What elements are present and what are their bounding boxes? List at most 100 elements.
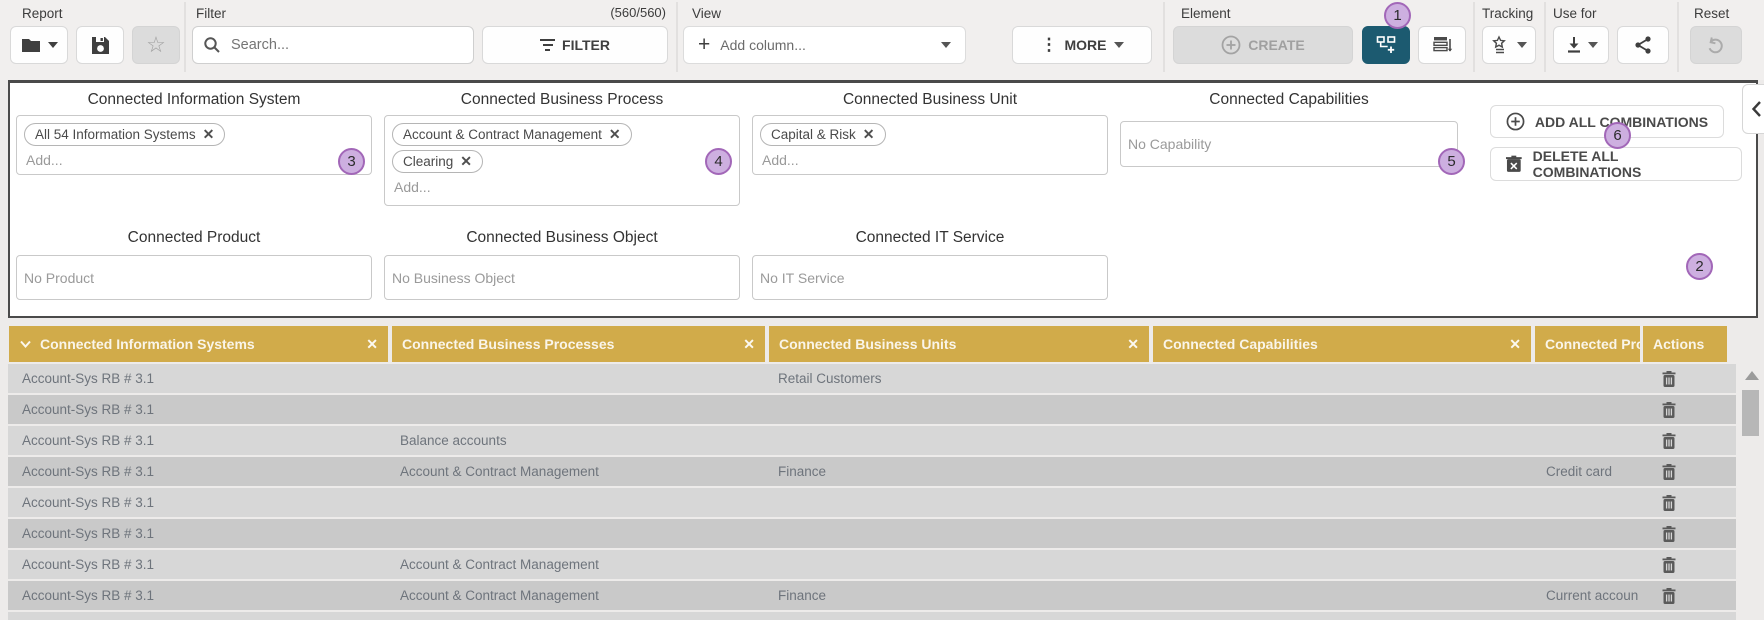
- trash-icon[interactable]: [1661, 556, 1677, 574]
- close-icon[interactable]: ✕: [735, 336, 755, 353]
- cell-actions: [1643, 550, 1735, 579]
- more-button[interactable]: ⋮ MORE: [1012, 26, 1152, 64]
- cell-actions: [1643, 395, 1735, 424]
- cell-product: [1535, 519, 1638, 548]
- save-report-button[interactable]: [76, 26, 124, 64]
- chip-label: Capital & Risk: [771, 127, 856, 142]
- scrollbar-thumb[interactable]: [1742, 390, 1759, 436]
- download-icon: [1565, 35, 1583, 55]
- create-button-label: CREATE: [1248, 37, 1305, 53]
- close-icon[interactable]: ✕: [1119, 336, 1139, 353]
- business-unit-filter-box[interactable]: Capital & Risk ✕ Add...: [752, 115, 1108, 175]
- plus-icon: +: [698, 33, 710, 57]
- column-header-label: Connected Products: [1545, 336, 1640, 352]
- trash-icon[interactable]: [1661, 463, 1677, 481]
- circle-plus-icon: [1506, 112, 1525, 131]
- cell-actions: [1643, 519, 1735, 548]
- cell-business-process: Account & Contract Management: [392, 550, 765, 579]
- scrollbar-up-arrow[interactable]: [1745, 371, 1759, 380]
- reset-button[interactable]: [1690, 26, 1742, 64]
- cell-business-unit: [769, 395, 1149, 424]
- product-filter-box[interactable]: No Product: [16, 255, 372, 300]
- table-row: Account-Sys RB # 3.1 Account & Contract …: [8, 581, 1736, 610]
- filter-chip: All 54 Information Systems ✕: [24, 123, 225, 146]
- cell-business-unit: [769, 519, 1149, 548]
- favorite-report-button[interactable]: ☆: [132, 26, 180, 64]
- open-report-button[interactable]: [10, 26, 68, 64]
- cell-product: [1535, 426, 1638, 455]
- create-button[interactable]: CREATE: [1173, 26, 1353, 64]
- search-input[interactable]: [229, 36, 463, 54]
- trash-icon[interactable]: [1661, 587, 1677, 605]
- close-icon[interactable]: ✕: [863, 126, 875, 143]
- column-header-capabilities[interactable]: Connected Capabilities ✕: [1153, 326, 1531, 362]
- cell-capability: [1153, 457, 1531, 486]
- column-header-label: Connected Business Units: [779, 336, 956, 352]
- information-system-filter-box[interactable]: All 54 Information Systems ✕ Add...: [16, 115, 372, 175]
- search-box[interactable]: [192, 26, 474, 64]
- close-icon[interactable]: ✕: [609, 126, 621, 143]
- filter-button-label: FILTER: [562, 37, 610, 53]
- collapse-panel-button[interactable]: [1742, 84, 1764, 134]
- add-column-dropdown[interactable]: + Add column...: [683, 26, 966, 64]
- cell-information-system: Account-Sys RB # 3.1: [10, 550, 388, 579]
- annotation-badge-6: 6: [1604, 122, 1631, 149]
- add-value-input[interactable]: Add...: [760, 148, 1100, 168]
- trash-icon[interactable]: [1661, 401, 1677, 419]
- filter-title-capabilities: Connected Capabilities: [1120, 91, 1458, 111]
- filter-title-product: Connected Product: [16, 229, 372, 249]
- tracking-section-label: Tracking: [1482, 6, 1533, 21]
- cell-capability: [1153, 519, 1531, 548]
- cell-capability: [1153, 550, 1531, 579]
- column-header-business-units[interactable]: Connected Business Units ✕: [769, 326, 1149, 362]
- close-icon[interactable]: ✕: [1501, 336, 1521, 353]
- add-value-input[interactable]: Add...: [392, 175, 732, 195]
- filter-button[interactable]: FILTER: [482, 26, 668, 64]
- cell-actions: [1643, 457, 1735, 486]
- add-value-input[interactable]: Add...: [24, 148, 364, 168]
- trash-icon[interactable]: [1661, 432, 1677, 450]
- capabilities-filter-box[interactable]: No Capability: [1120, 121, 1458, 167]
- cell-business-unit: Finance: [769, 457, 1149, 486]
- column-header-products[interactable]: Connected Products: [1535, 326, 1640, 362]
- it-service-filter-box[interactable]: No IT Service: [752, 255, 1108, 300]
- cell-actions: [1643, 581, 1735, 610]
- cell-actions: [1643, 364, 1735, 393]
- trash-icon[interactable]: [1661, 494, 1677, 512]
- toolbar-separator: [1677, 2, 1679, 72]
- reset-section-label: Reset: [1694, 6, 1729, 21]
- business-process-filter-box[interactable]: Account & Contract Management ✕ Clearing…: [384, 115, 740, 206]
- matrix-view-button[interactable]: [1362, 26, 1410, 64]
- cell-actions: [1643, 426, 1735, 455]
- cell-business-unit: [769, 488, 1149, 517]
- close-icon[interactable]: ✕: [460, 153, 472, 170]
- more-button-label: MORE: [1065, 37, 1107, 53]
- trash-icon[interactable]: [1661, 525, 1677, 543]
- filter-chip: Account & Contract Management ✕: [392, 123, 632, 146]
- export-button[interactable]: [1553, 26, 1609, 64]
- trash-x-icon: [1505, 155, 1523, 173]
- tracking-button[interactable]: [1482, 26, 1536, 64]
- cell-business-unit: Finance: [769, 581, 1149, 610]
- close-icon[interactable]: ✕: [203, 126, 215, 143]
- cell-information-system: Account-Sys RB # 3.1: [10, 457, 388, 486]
- it-service-placeholder: No IT Service: [760, 270, 845, 286]
- column-header-information-systems[interactable]: Connected Information Systems ✕: [9, 326, 388, 362]
- filter-lines-icon: [540, 39, 555, 51]
- kebab-menu-icon: ⋮: [1041, 35, 1058, 55]
- business-object-filter-box[interactable]: No Business Object: [384, 255, 740, 300]
- undo-icon: [1706, 35, 1726, 55]
- column-header-business-processes[interactable]: Connected Business Processes ✕: [392, 326, 765, 362]
- filter-title-it-service: Connected IT Service: [752, 229, 1108, 249]
- product-placeholder: No Product: [24, 270, 94, 286]
- close-icon[interactable]: ✕: [358, 336, 378, 353]
- trash-icon[interactable]: [1661, 370, 1677, 388]
- cell-information-system: Account-Sys RB # 3.1: [10, 488, 388, 517]
- capabilities-placeholder: No Capability: [1128, 136, 1211, 152]
- cell-product: [1535, 488, 1638, 517]
- filter-chip: Clearing ✕: [392, 150, 483, 173]
- cell-capability: [1153, 426, 1531, 455]
- list-view-button[interactable]: [1418, 26, 1466, 64]
- share-button[interactable]: [1617, 26, 1669, 64]
- delete-all-combinations-button[interactable]: DELETE ALL COMBINATIONS: [1490, 147, 1742, 181]
